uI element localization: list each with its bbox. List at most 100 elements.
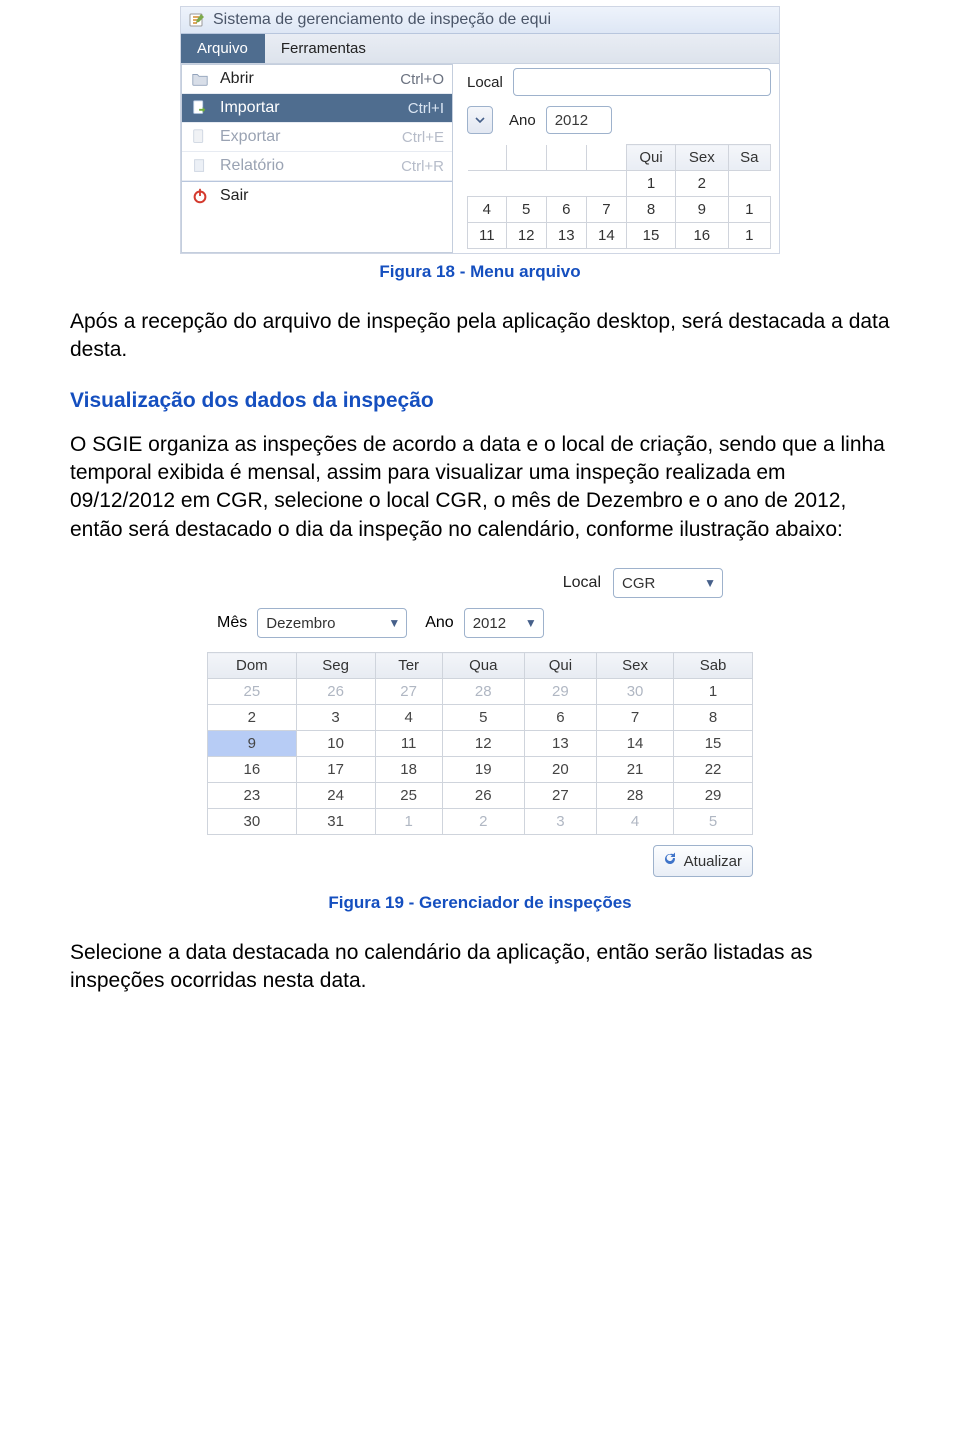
menu-item-relatorio: Relatório Ctrl+R — [182, 152, 452, 181]
menu-item-label: Sair — [220, 187, 444, 205]
cal-cell[interactable]: 5 — [442, 705, 524, 731]
menu-item-label: Importar — [220, 99, 370, 117]
cal-cell[interactable]: 19 — [442, 757, 524, 783]
cal-cell[interactable]: 29 — [674, 783, 753, 809]
ano-select[interactable]: 2012 ▼ — [464, 608, 544, 638]
local-select[interactable]: CGR ▼ — [613, 568, 723, 598]
refresh-button[interactable]: Atualizar — [653, 845, 753, 877]
cal-header: Sex — [676, 145, 729, 171]
cal-cell[interactable]: 5 — [674, 809, 753, 835]
ano-select[interactable]: 2012 — [546, 106, 612, 134]
menu-item-abrir[interactable]: Abrir Ctrl+O — [182, 65, 452, 94]
cal-cell[interactable]: 3 — [524, 809, 596, 835]
cal-cell[interactable]: 16 — [676, 223, 729, 249]
menu-item-importar[interactable]: Importar Ctrl+I — [182, 94, 452, 123]
cal-cell[interactable]: 23 — [208, 783, 297, 809]
cal-cell[interactable]: 10 — [296, 731, 375, 757]
cal-cell[interactable]: 20 — [524, 757, 596, 783]
cal-header: Sa — [728, 145, 770, 171]
cal-cell[interactable]: 9 — [676, 197, 729, 223]
menu-item-sair[interactable]: Sair — [182, 181, 452, 210]
chevron-down-icon: ▼ — [388, 616, 400, 630]
month-picker-chevron[interactable] — [467, 106, 493, 134]
cal-cell[interactable]: 15 — [674, 731, 753, 757]
cal-cell[interactable]: 8 — [674, 705, 753, 731]
cal-cell[interactable]: 4 — [468, 197, 507, 223]
menu-item-label: Relatório — [220, 157, 370, 175]
cal-cell[interactable]: 5 — [506, 197, 546, 223]
cal-cell[interactable]: 7 — [596, 705, 673, 731]
cal-cell[interactable]: 21 — [596, 757, 673, 783]
cal-cell[interactable]: 28 — [442, 679, 524, 705]
cal-cell[interactable]: 11 — [375, 731, 442, 757]
cal-cell[interactable]: 25 — [375, 783, 442, 809]
mes-label: Mês — [217, 614, 247, 632]
cal-cell[interactable]: 11 — [468, 223, 507, 249]
local-select[interactable] — [513, 68, 771, 96]
export-icon — [190, 127, 210, 147]
cal-cell[interactable] — [506, 171, 546, 197]
cal-cell[interactable]: 4 — [375, 705, 442, 731]
paragraph-2: O SGIE organiza as inspeções de acordo a… — [70, 431, 890, 544]
cal-cell[interactable]: 2 — [676, 171, 729, 197]
paragraph-1: Após a recepção do arquivo de inspeção p… — [70, 308, 890, 365]
cal-cell[interactable]: 1 — [674, 679, 753, 705]
cal-cell[interactable]: 29 — [524, 679, 596, 705]
cal-cell[interactable]: 2 — [208, 705, 297, 731]
cal-header: Sex — [596, 653, 673, 679]
cal-cell[interactable]: 28 — [596, 783, 673, 809]
cal-cell[interactable]: 18 — [375, 757, 442, 783]
menubar: Arquivo Ferramentas — [181, 34, 779, 64]
menu-item-label: Abrir — [220, 70, 370, 88]
cal-cell[interactable]: 8 — [626, 197, 675, 223]
cal-cell[interactable]: 22 — [674, 757, 753, 783]
menu-item-shortcut: Ctrl+O — [380, 71, 444, 88]
menu-item-label: Exportar — [220, 128, 370, 146]
cal-cell[interactable]: 24 — [296, 783, 375, 809]
cal-cell[interactable]: 1 — [728, 223, 770, 249]
cal-cell[interactable]: 9 — [208, 731, 297, 757]
cal-cell[interactable]: 6 — [546, 197, 586, 223]
cal-cell[interactable]: 2 — [442, 809, 524, 835]
cal-cell[interactable]: 26 — [296, 679, 375, 705]
cal-header: Ter — [375, 653, 442, 679]
cal-cell[interactable]: 1 — [728, 197, 770, 223]
cal-cell[interactable]: 1 — [375, 809, 442, 835]
local-value: CGR — [622, 575, 655, 592]
figure-18-caption: Figura 18 - Menu arquivo — [70, 262, 890, 282]
cal-cell[interactable]: 13 — [524, 731, 596, 757]
menu-ferramentas[interactable]: Ferramentas — [265, 34, 383, 63]
local-label: Local — [563, 574, 601, 592]
mes-select[interactable]: Dezembro ▼ — [257, 608, 407, 638]
cal-cell[interactable]: 30 — [596, 679, 673, 705]
cal-cell[interactable] — [546, 171, 586, 197]
cal-cell[interactable]: 12 — [506, 223, 546, 249]
cal-cell[interactable]: 27 — [524, 783, 596, 809]
cal-cell[interactable]: 16 — [208, 757, 297, 783]
chevron-down-icon: ▼ — [525, 616, 537, 630]
cal-header: Qui — [524, 653, 596, 679]
cal-cell[interactable]: 12 — [442, 731, 524, 757]
cal-cell[interactable] — [728, 171, 770, 197]
cal-cell[interactable] — [586, 171, 626, 197]
cal-cell[interactable]: 14 — [596, 731, 673, 757]
cal-cell[interactable]: 3 — [296, 705, 375, 731]
cal-cell[interactable]: 15 — [626, 223, 675, 249]
cal-cell[interactable]: 30 — [208, 809, 297, 835]
import-icon — [190, 98, 210, 118]
cal-cell[interactable]: 7 — [586, 197, 626, 223]
cal-cell[interactable]: 25 — [208, 679, 297, 705]
cal-cell[interactable]: 31 — [296, 809, 375, 835]
cal-cell[interactable]: 6 — [524, 705, 596, 731]
menu-arquivo[interactable]: Arquivo — [181, 34, 265, 63]
cal-cell[interactable]: 26 — [442, 783, 524, 809]
cal-cell[interactable]: 27 — [375, 679, 442, 705]
cal-cell[interactable]: 17 — [296, 757, 375, 783]
cal-cell[interactable]: 13 — [546, 223, 586, 249]
cal-cell[interactable]: 4 — [596, 809, 673, 835]
cal-cell[interactable] — [468, 171, 507, 197]
cal-cell[interactable]: 14 — [586, 223, 626, 249]
cal-cell[interactable]: 1 — [626, 171, 675, 197]
app-icon — [189, 12, 205, 28]
folder-icon — [190, 69, 210, 89]
